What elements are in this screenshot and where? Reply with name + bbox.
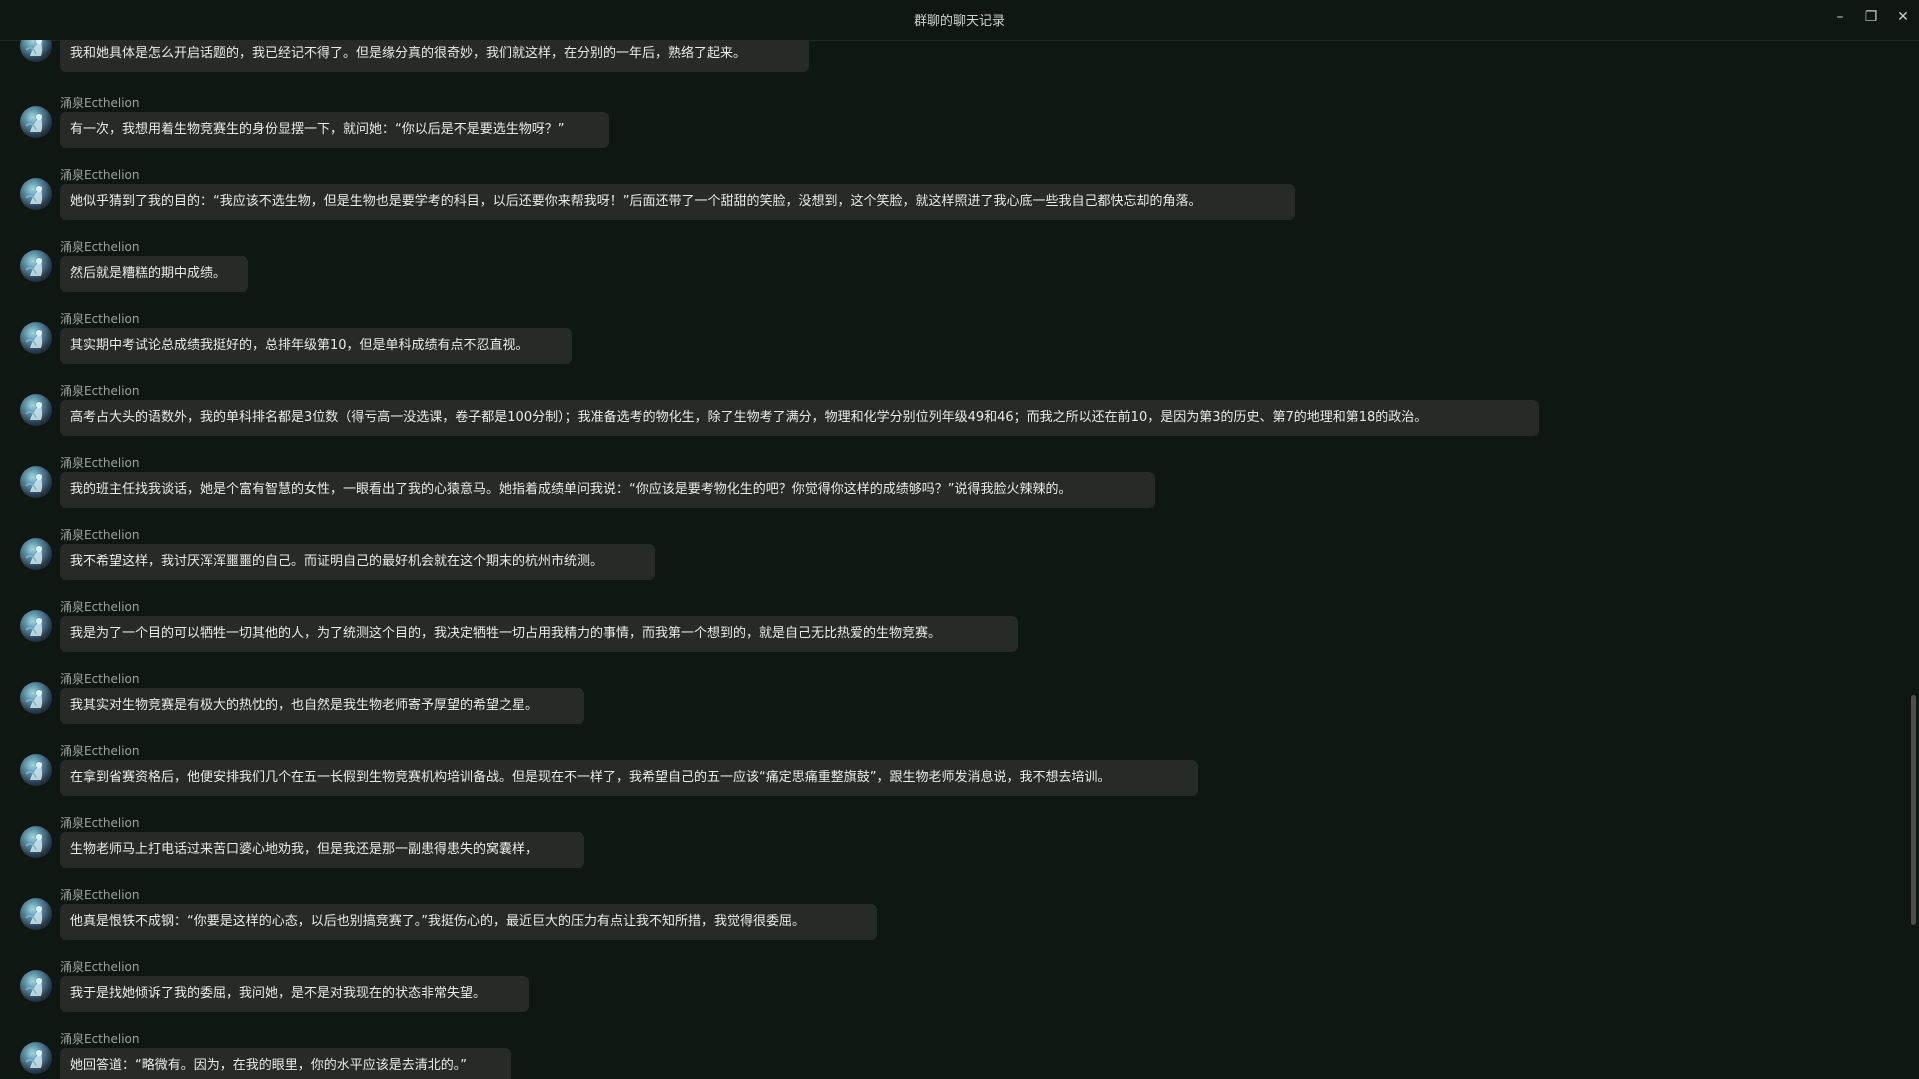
sender-name[interactable]: 涌泉Ecthelion — [60, 94, 140, 111]
message-item: 涌泉Ecthelion 其实期中考试论总成绩我挺好的，总排年级第10，但是单科成… — [0, 310, 1900, 382]
message-bubble: 我的班主任找我谈话，她是个富有智慧的女性，一眼看出了我的心猿意马。她指着成绩单问… — [60, 472, 1155, 508]
avatar[interactable] — [20, 466, 52, 498]
chat-history[interactable]: 我和她具体是怎么开启话题的，我已经记不得了。但是缘分真的很奇妙，我们就这样，在分… — [0, 40, 1900, 1079]
avatar[interactable] — [20, 826, 52, 858]
sender-name[interactable]: 涌泉Ecthelion — [60, 454, 140, 471]
avatar[interactable] — [20, 754, 52, 786]
sender-name[interactable]: 涌泉Ecthelion — [60, 814, 140, 831]
message-item: 涌泉Ecthelion 我是为了一个目的可以牺牲一切其他的人，为了统测这个目的，… — [0, 598, 1900, 670]
message-bubble: 其实期中考试论总成绩我挺好的，总排年级第10，但是单科成绩有点不忍直视。 — [60, 328, 572, 364]
scrollbar-thumb[interactable] — [1911, 695, 1916, 925]
title-bar: 群聊的聊天记录 – ❐ ✕ — [0, 0, 1919, 41]
message-bubble: 生物老师马上打电话过来苦口婆心地劝我，但是我还是那一副患得患失的窝囊样， — [60, 832, 584, 868]
message-bubble: 我于是找她倾诉了我的委屈，我问她，是不是对我现在的状态非常失望。 — [60, 976, 529, 1012]
message-item: 涌泉Ecthelion 然后就是糟糕的期中成绩。 — [0, 238, 1900, 310]
avatar[interactable] — [20, 250, 52, 282]
sender-name[interactable]: 涌泉Ecthelion — [60, 310, 140, 327]
minimize-button[interactable]: – — [1829, 6, 1851, 28]
sender-name[interactable]: 涌泉Ecthelion — [60, 238, 140, 255]
avatar[interactable] — [20, 394, 52, 426]
sender-name[interactable]: 涌泉Ecthelion — [60, 526, 140, 543]
message-bubble: 她回答道：“略微有。因为，在我的眼里，你的水平应该是去清北的。” — [60, 1048, 511, 1079]
message-bubble: 我其实对生物竞赛是有极大的热忱的，也自然是我生物老师寄予厚望的希望之星。 — [60, 688, 584, 724]
restore-button[interactable]: ❐ — [1860, 6, 1882, 28]
sender-name[interactable]: 涌泉Ecthelion — [60, 670, 140, 687]
sender-name[interactable]: 涌泉Ecthelion — [60, 598, 140, 615]
avatar[interactable] — [20, 610, 52, 642]
avatar[interactable] — [20, 898, 52, 930]
avatar[interactable] — [20, 1042, 52, 1074]
message-item: 涌泉Ecthelion 我的班主任找我谈话，她是个富有智慧的女性，一眼看出了我的… — [0, 454, 1900, 526]
sender-name[interactable]: 涌泉Ecthelion — [60, 1030, 140, 1047]
avatar[interactable] — [20, 40, 52, 62]
message-bubble: 我和她具体是怎么开启话题的，我已经记不得了。但是缘分真的很奇妙，我们就这样，在分… — [60, 40, 809, 72]
message-item: 涌泉Ecthelion 她回答道：“略微有。因为，在我的眼里，你的水平应该是去清… — [0, 1030, 1900, 1079]
avatar[interactable] — [20, 322, 52, 354]
message-bubble: 我不希望这样，我讨厌浑浑噩噩的自己。而证明自己的最好机会就在这个期末的杭州市统测… — [60, 544, 655, 580]
message-item: 涌泉Ecthelion 有一次，我想用着生物竞赛生的身份显摆一下，就问她：“你以… — [0, 94, 1900, 166]
message-item: 涌泉Ecthelion 在拿到省赛资格后，他便安排我们几个在五一长假到生物竞赛机… — [0, 742, 1900, 814]
message-item: 我和她具体是怎么开启话题的，我已经记不得了。但是缘分真的很奇妙，我们就这样，在分… — [0, 40, 1900, 90]
avatar[interactable] — [20, 970, 52, 1002]
message-item: 涌泉Ecthelion 生物老师马上打电话过来苦口婆心地劝我，但是我还是那一副患… — [0, 814, 1900, 886]
message-bubble: 他真是恨铁不成钢：“你要是这样的心态，以后也别搞竞赛了。”我挺伤心的，最近巨大的… — [60, 904, 877, 940]
avatar[interactable] — [20, 106, 52, 138]
message-bubble: 然后就是糟糕的期中成绩。 — [60, 256, 248, 292]
avatar[interactable] — [20, 538, 52, 570]
window-title: 群聊的聊天记录 — [913, 14, 1005, 29]
message-item: 涌泉Ecthelion 我其实对生物竞赛是有极大的热忱的，也自然是我生物老师寄予… — [0, 670, 1900, 742]
message-bubble: 在拿到省赛资格后，他便安排我们几个在五一长假到生物竞赛机构培训备战。但是现在不一… — [60, 760, 1198, 796]
message-bubble: 我是为了一个目的可以牺牲一切其他的人，为了统测这个目的，我决定牺牲一切占用我精力… — [60, 616, 1018, 652]
close-button[interactable]: ✕ — [1892, 6, 1914, 28]
sender-name[interactable]: 涌泉Ecthelion — [60, 742, 140, 759]
message-bubble: 她似乎猜到了我的目的：“我应该不选生物，但是生物也是要学考的科目，以后还要你来帮… — [60, 184, 1295, 220]
sender-name[interactable]: 涌泉Ecthelion — [60, 958, 140, 975]
message-item: 涌泉Ecthelion 高考占大头的语数外，我的单科排名都是3位数（得亏高一没选… — [0, 382, 1900, 454]
message-bubble: 有一次，我想用着生物竞赛生的身份显摆一下，就问她：“你以后是不是要选生物呀？” — [60, 112, 609, 148]
sender-name[interactable]: 涌泉Ecthelion — [60, 886, 140, 903]
message-item: 涌泉Ecthelion 我于是找她倾诉了我的委屈，我问她，是不是对我现在的状态非… — [0, 958, 1900, 1030]
message-bubble: 高考占大头的语数外，我的单科排名都是3位数（得亏高一没选课，卷子都是100分制）… — [60, 400, 1539, 436]
avatar[interactable] — [20, 178, 52, 210]
message-item: 涌泉Ecthelion 她似乎猜到了我的目的：“我应该不选生物，但是生物也是要学… — [0, 166, 1900, 238]
message-item: 涌泉Ecthelion 我不希望这样，我讨厌浑浑噩噩的自己。而证明自己的最好机会… — [0, 526, 1900, 598]
avatar[interactable] — [20, 682, 52, 714]
message-item: 涌泉Ecthelion 他真是恨铁不成钢：“你要是这样的心态，以后也别搞竞赛了。… — [0, 886, 1900, 958]
sender-name[interactable]: 涌泉Ecthelion — [60, 166, 140, 183]
sender-name[interactable]: 涌泉Ecthelion — [60, 382, 140, 399]
